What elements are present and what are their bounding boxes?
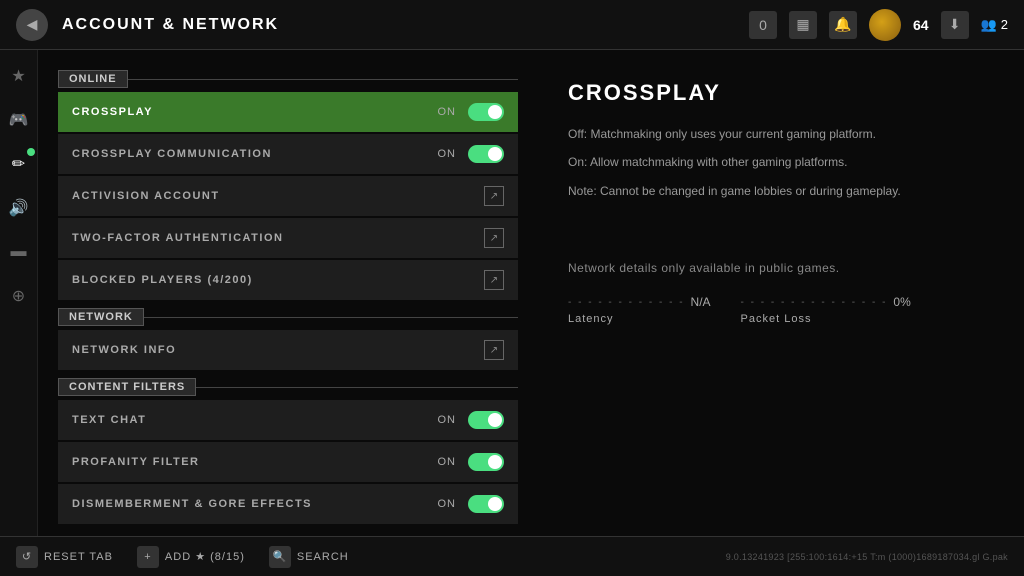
- search-label: SEARCH: [297, 551, 349, 563]
- player-count: 👥 2: [981, 17, 1008, 33]
- menu-icon[interactable]: ▦: [789, 11, 817, 39]
- reset-tab-label: RESET TAB: [44, 551, 113, 563]
- row-text-chat[interactable]: TEXT CHAT ON: [58, 400, 518, 440]
- detail-desc-off: Off: Matchmaking only uses your current …: [568, 124, 994, 144]
- right-panel: CROSSPLAY Off: Matchmaking only uses you…: [538, 50, 1024, 536]
- search-icon: 🔍: [269, 546, 291, 568]
- packetloss-label: Packet Loss: [741, 313, 911, 325]
- avatar: [869, 9, 901, 41]
- add-label: ADD ★ (8/15): [165, 550, 245, 563]
- players-number: 2: [1001, 17, 1008, 32]
- sidebar-item-list[interactable]: ▬: [5, 238, 33, 266]
- crossplay-communication-toggle[interactable]: [468, 145, 504, 163]
- gore-effects-toggle[interactable]: [468, 495, 504, 513]
- main-content: ONLINE CROSSPLAY ON CROSSPLAY COMMUNICAT…: [38, 50, 1024, 536]
- sidebar-item-controller[interactable]: 🎮: [5, 106, 33, 134]
- detail-title: CROSSPLAY: [568, 80, 994, 106]
- bell-icon[interactable]: 🔔: [829, 11, 857, 39]
- gore-effects-value: ON: [438, 498, 457, 510]
- reset-tab-icon: ↺: [16, 546, 38, 568]
- crossplay-toggle[interactable]: [468, 103, 504, 121]
- row-blocked-players[interactable]: BLOCKED PLAYERS (4/200) ↗: [58, 260, 518, 300]
- row-profanity-filter[interactable]: PROFANITY FILTER ON: [58, 442, 518, 482]
- two-factor-label: TWO-FACTOR AUTHENTICATION: [72, 232, 484, 244]
- packetloss-dashes: - - - - - - - - - - - - - - -: [741, 297, 888, 308]
- latency-label: Latency: [568, 313, 711, 325]
- row-activision-account[interactable]: ACTIVISION ACCOUNT ↗: [58, 176, 518, 216]
- packetloss-value: 0%: [893, 295, 910, 309]
- latency-block: - - - - - - - - - - - - N/A Latency: [568, 295, 711, 325]
- section-content-filters-line: [196, 387, 518, 388]
- zero-badge: 0: [749, 11, 777, 39]
- text-chat-toggle[interactable]: [468, 411, 504, 429]
- profanity-filter-label: PROFANITY FILTER: [72, 456, 438, 468]
- coin-count: 64: [913, 17, 929, 33]
- two-factor-link-icon: ↗: [484, 228, 504, 248]
- sidebar-item-network[interactable]: ⊕: [5, 282, 33, 310]
- latency-dashes: - - - - - - - - - - - -: [568, 297, 685, 308]
- left-panel: ONLINE CROSSPLAY ON CROSSPLAY COMMUNICAT…: [38, 50, 538, 536]
- activision-account-label: ACTIVISION ACCOUNT: [72, 190, 484, 202]
- row-network-info[interactable]: NETWORK INFO ↗: [58, 330, 518, 370]
- profanity-filter-value: ON: [438, 456, 457, 468]
- crossplay-label: CROSSPLAY: [72, 106, 438, 118]
- reset-tab-action[interactable]: ↺ RESET TAB: [16, 546, 113, 568]
- section-content-filters-header: CONTENT FILTERS: [58, 378, 518, 396]
- page-title: ACCOUNT & NETWORK: [62, 16, 279, 34]
- sidebar-item-pencil[interactable]: ✏: [5, 150, 33, 178]
- text-chat-label: TEXT CHAT: [72, 414, 438, 426]
- profanity-filter-toggle[interactable]: [468, 453, 504, 471]
- detail-desc-on: On: Allow matchmaking with other gaming …: [568, 152, 994, 172]
- network-stats: - - - - - - - - - - - - N/A Latency - - …: [568, 295, 994, 325]
- sidebar-item-volume[interactable]: 🔊: [5, 194, 33, 222]
- network-info-label: NETWORK INFO: [72, 344, 484, 356]
- players-icon: 👥: [981, 17, 997, 33]
- section-network-header: NETWORK: [58, 308, 518, 326]
- section-online-label: ONLINE: [58, 70, 128, 88]
- section-network: NETWORK NETWORK INFO ↗: [58, 308, 518, 370]
- section-online: ONLINE CROSSPLAY ON CROSSPLAY COMMUNICAT…: [58, 70, 518, 300]
- network-info-link-icon: ↗: [484, 340, 504, 360]
- section-content-filters-label: CONTENT FILTERS: [58, 378, 196, 396]
- back-icon: ◀: [27, 16, 38, 33]
- row-gore-effects[interactable]: DISMEMBERMENT & GORE EFFECTS ON: [58, 484, 518, 524]
- row-two-factor[interactable]: TWO-FACTOR AUTHENTICATION ↗: [58, 218, 518, 258]
- packetloss-block: - - - - - - - - - - - - - - - 0% Packet …: [741, 295, 911, 325]
- detail-note: Note: Cannot be changed in game lobbies …: [568, 181, 994, 201]
- row-crossplay-communication[interactable]: CROSSPLAY COMMUNICATION ON: [58, 134, 518, 174]
- add-action[interactable]: + ADD ★ (8/15): [137, 546, 245, 568]
- back-button[interactable]: ◀: [16, 9, 48, 41]
- download-icon[interactable]: ⬇: [941, 11, 969, 39]
- bottom-bar: ↺ RESET TAB + ADD ★ (8/15) 🔍 SEARCH 9.0.…: [0, 536, 1024, 576]
- crossplay-communication-label: CROSSPLAY COMMUNICATION: [72, 148, 438, 160]
- latency-value: N/A: [691, 295, 711, 309]
- blocked-players-label: BLOCKED PLAYERS (4/200): [72, 274, 484, 286]
- crossplay-value: ON: [438, 106, 457, 118]
- network-msg: Network details only available in public…: [568, 261, 994, 275]
- row-crossplay[interactable]: CROSSPLAY ON: [58, 92, 518, 132]
- search-action[interactable]: 🔍 SEARCH: [269, 546, 349, 568]
- sidebar-item-star[interactable]: ★: [5, 62, 33, 90]
- top-bar-right: 0 ▦ 🔔 64 ⬇ 👥 2: [749, 9, 1008, 41]
- section-network-label: NETWORK: [58, 308, 144, 326]
- version-text: 9.0.13241923 [255:100:1614:+15 T:m (1000…: [726, 552, 1008, 562]
- activision-account-link-icon: ↗: [484, 186, 504, 206]
- sidebar: ★ 🎮 ✏ 🔊 ▬ ⊕: [0, 50, 38, 536]
- gore-effects-label: DISMEMBERMENT & GORE EFFECTS: [72, 498, 438, 510]
- top-bar: ◀ ACCOUNT & NETWORK 0 ▦ 🔔 64 ⬇ 👥 2: [0, 0, 1024, 50]
- section-online-header: ONLINE: [58, 70, 518, 88]
- section-network-line: [144, 317, 518, 318]
- section-online-line: [128, 79, 518, 80]
- blocked-players-link-icon: ↗: [484, 270, 504, 290]
- text-chat-value: ON: [438, 414, 457, 426]
- section-content-filters: CONTENT FILTERS TEXT CHAT ON PROFANITY F…: [58, 378, 518, 524]
- crossplay-communication-value: ON: [438, 148, 457, 160]
- add-icon: +: [137, 546, 159, 568]
